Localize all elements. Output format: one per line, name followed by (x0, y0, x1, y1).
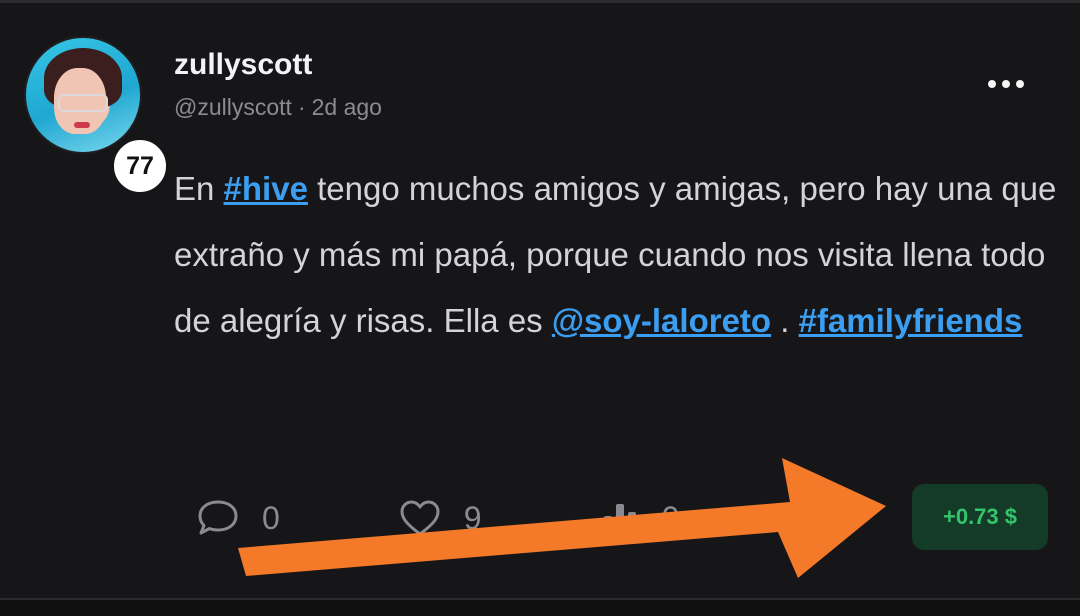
author-avatar[interactable]: 77 (24, 36, 168, 194)
top-divider (0, 0, 1080, 3)
bottom-divider (0, 598, 1080, 616)
avatar-image[interactable] (24, 36, 142, 154)
comment-icon (198, 500, 238, 535)
author-display-name[interactable]: zullyscott (174, 48, 312, 82)
post-text: En #hive tengo muchos amigos y amigas, p… (174, 170, 1057, 339)
more-options-button[interactable] (988, 76, 1028, 92)
post-actions: 0 9 0 (196, 494, 797, 542)
mention-link[interactable]: @soy-laloreto (552, 302, 771, 339)
comment-button[interactable]: 0 (196, 498, 280, 538)
hashtag-link-hive[interactable]: #hive (224, 170, 308, 207)
post-timestamp[interactable]: 2d ago (312, 94, 382, 120)
hashtag-link-familyfriends[interactable]: #familyfriends (799, 302, 1023, 339)
reputation-badge: 77 (112, 138, 168, 194)
votes-count: 0 (661, 499, 680, 536)
like-count: 9 (463, 499, 482, 536)
payout-value[interactable]: +0.73 $ (912, 484, 1048, 550)
comment-count: 0 (262, 499, 280, 536)
bar-chart-icon (603, 504, 636, 536)
like-button[interactable]: 9 (398, 498, 482, 538)
heart-icon (400, 500, 440, 536)
votes-button[interactable]: 0 (600, 498, 680, 538)
more-horizontal-icon (988, 80, 996, 88)
author-meta: @zullyscott · 2d ago (174, 94, 382, 121)
meta-separator: · (297, 94, 306, 120)
author-handle[interactable]: @zullyscott (174, 94, 292, 120)
